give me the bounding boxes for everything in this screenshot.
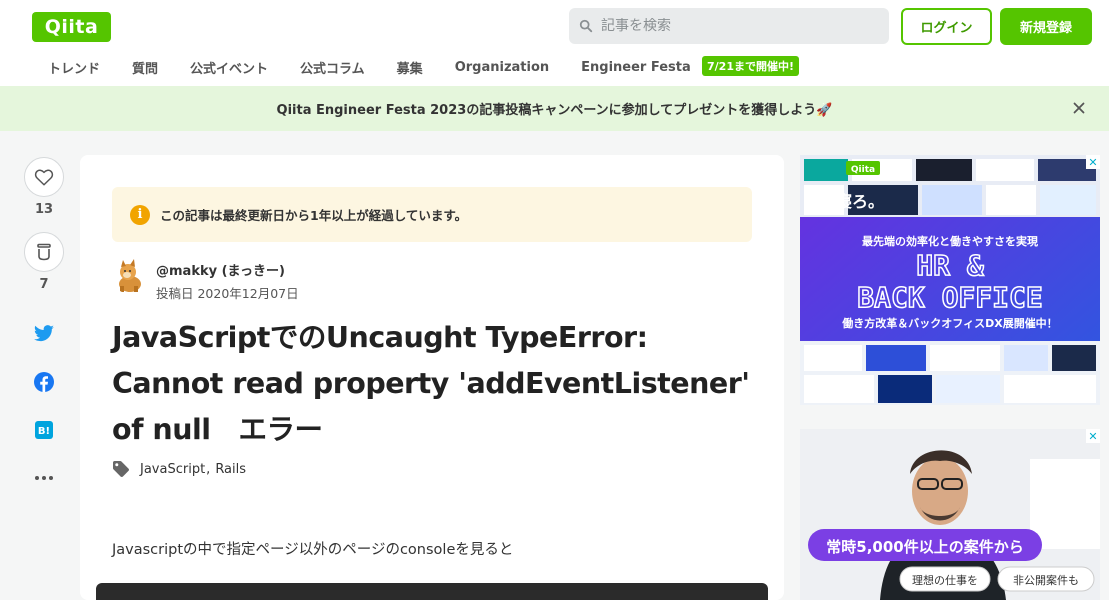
ad2-catch: 常時5,000件以上の案件から — [826, 538, 1023, 556]
more-options-icon[interactable] — [32, 466, 56, 490]
tag-list: JavaScript , Rails — [112, 460, 246, 478]
search-input[interactable] — [601, 18, 881, 34]
nav-item-questions[interactable]: 質問 — [132, 58, 158, 77]
author-block: @makky (まっきー) 投稿日 2020年12月07日 — [112, 258, 299, 302]
twitter-share-icon[interactable] — [32, 322, 56, 346]
avatar[interactable] — [112, 258, 148, 294]
post-date: 投稿日 2020年12月07日 — [156, 286, 299, 301]
ad1-brand: Qiita — [851, 165, 875, 175]
nav-item-organization[interactable]: Organization — [455, 60, 549, 75]
stock-button[interactable] — [24, 232, 64, 272]
ad1-bottom-text: 働き方改革＆バックオフィスDX展開催中！ — [841, 316, 1057, 330]
search-icon — [579, 19, 593, 33]
code-block[interactable] — [96, 583, 768, 600]
campaign-banner[interactable]: Qiita Engineer Festa 2023の記事投稿キャンペーンに参加し… — [0, 86, 1109, 131]
article-body-text: Javascriptの中で指定ページ以外のページのconsoleを見ると — [112, 542, 514, 558]
ad-banner-freelance-jobs[interactable]: 常時5,000件以上の案件から 理想の仕事を 非公開案件も ✕ — [800, 429, 1100, 600]
ad1-big-line2: BACK OFFICE — [857, 281, 1042, 314]
ad2-pill1: 理想の仕事を — [912, 573, 978, 587]
tag-separator: , — [206, 461, 211, 477]
ad-close-icon[interactable]: ✕ — [1086, 155, 1100, 169]
qiita-logo[interactable]: Qiita — [32, 12, 111, 42]
login-button[interactable]: ログイン — [901, 8, 992, 45]
notice-text: この記事は最終更新日から1年以上が経過しています。 — [160, 208, 468, 223]
ad-close-icon[interactable]: ✕ — [1086, 429, 1100, 443]
ad2-pill2: 非公開案件も — [1013, 573, 1079, 587]
heart-icon — [34, 169, 54, 186]
nav-item-recruit[interactable]: 募集 — [397, 58, 423, 77]
ad1-small-headline: 寝ろ。 — [836, 192, 884, 211]
nav-item-official-columns[interactable]: 公式コラム — [300, 58, 365, 77]
nav-item-trend[interactable]: トレンド — [48, 58, 100, 77]
tag-javascript[interactable]: JavaScript — [140, 462, 205, 477]
like-button[interactable] — [24, 157, 64, 197]
site-header: Qiita ログイン 新規登録 トレンド 質問 公式イベント 公式コラム 募集 … — [0, 0, 1109, 86]
stock-count: 7 — [39, 277, 49, 292]
nav-item-engineer-festa[interactable]: Engineer Festa — [581, 60, 691, 75]
svg-text:B!: B! — [38, 426, 50, 437]
main-nav: トレンド 質問 公式イベント 公式コラム 募集 Organization Eng… — [32, 56, 723, 78]
info-icon: i — [130, 204, 150, 225]
ad1-subtitle: 最先端の効率化と働きやすさを実現 — [862, 234, 1038, 248]
like-count: 13 — [34, 202, 54, 217]
festa-badge[interactable]: 7/21まで開催中! — [702, 56, 799, 76]
banner-text[interactable]: Qiita Engineer Festa 2023の記事投稿キャンペーンに参加し… — [277, 99, 833, 118]
hatena-bookmark-icon[interactable]: B! — [32, 418, 56, 442]
facebook-share-icon[interactable] — [32, 370, 56, 394]
signup-button[interactable]: 新規登録 — [1000, 8, 1092, 45]
nav-item-official-events[interactable]: 公式イベント — [190, 58, 268, 77]
search-box[interactable] — [569, 8, 889, 44]
ad1-big-line1: HR & — [916, 249, 984, 282]
article-title: JavaScriptでのUncaught TypeError: Cannot r… — [112, 321, 750, 446]
tag-rails[interactable]: Rails — [215, 462, 246, 477]
outdated-notice: i この記事は最終更新日から1年以上が経過しています。 — [112, 187, 752, 242]
article-card: i この記事は最終更新日から1年以上が経過しています。 @makky (まっきー… — [80, 155, 784, 600]
article-actions: 13 7 — [24, 157, 64, 292]
author-name[interactable]: @makky (まっきー) — [156, 260, 299, 279]
tag-icon — [113, 461, 129, 477]
stock-icon — [37, 243, 51, 261]
ad-banner-hr-backoffice[interactable]: Qiita 寝ろ。 最先端の効率化と働きやすさを実現 HR & BACK OFF… — [800, 155, 1100, 405]
close-icon[interactable] — [1071, 100, 1087, 116]
